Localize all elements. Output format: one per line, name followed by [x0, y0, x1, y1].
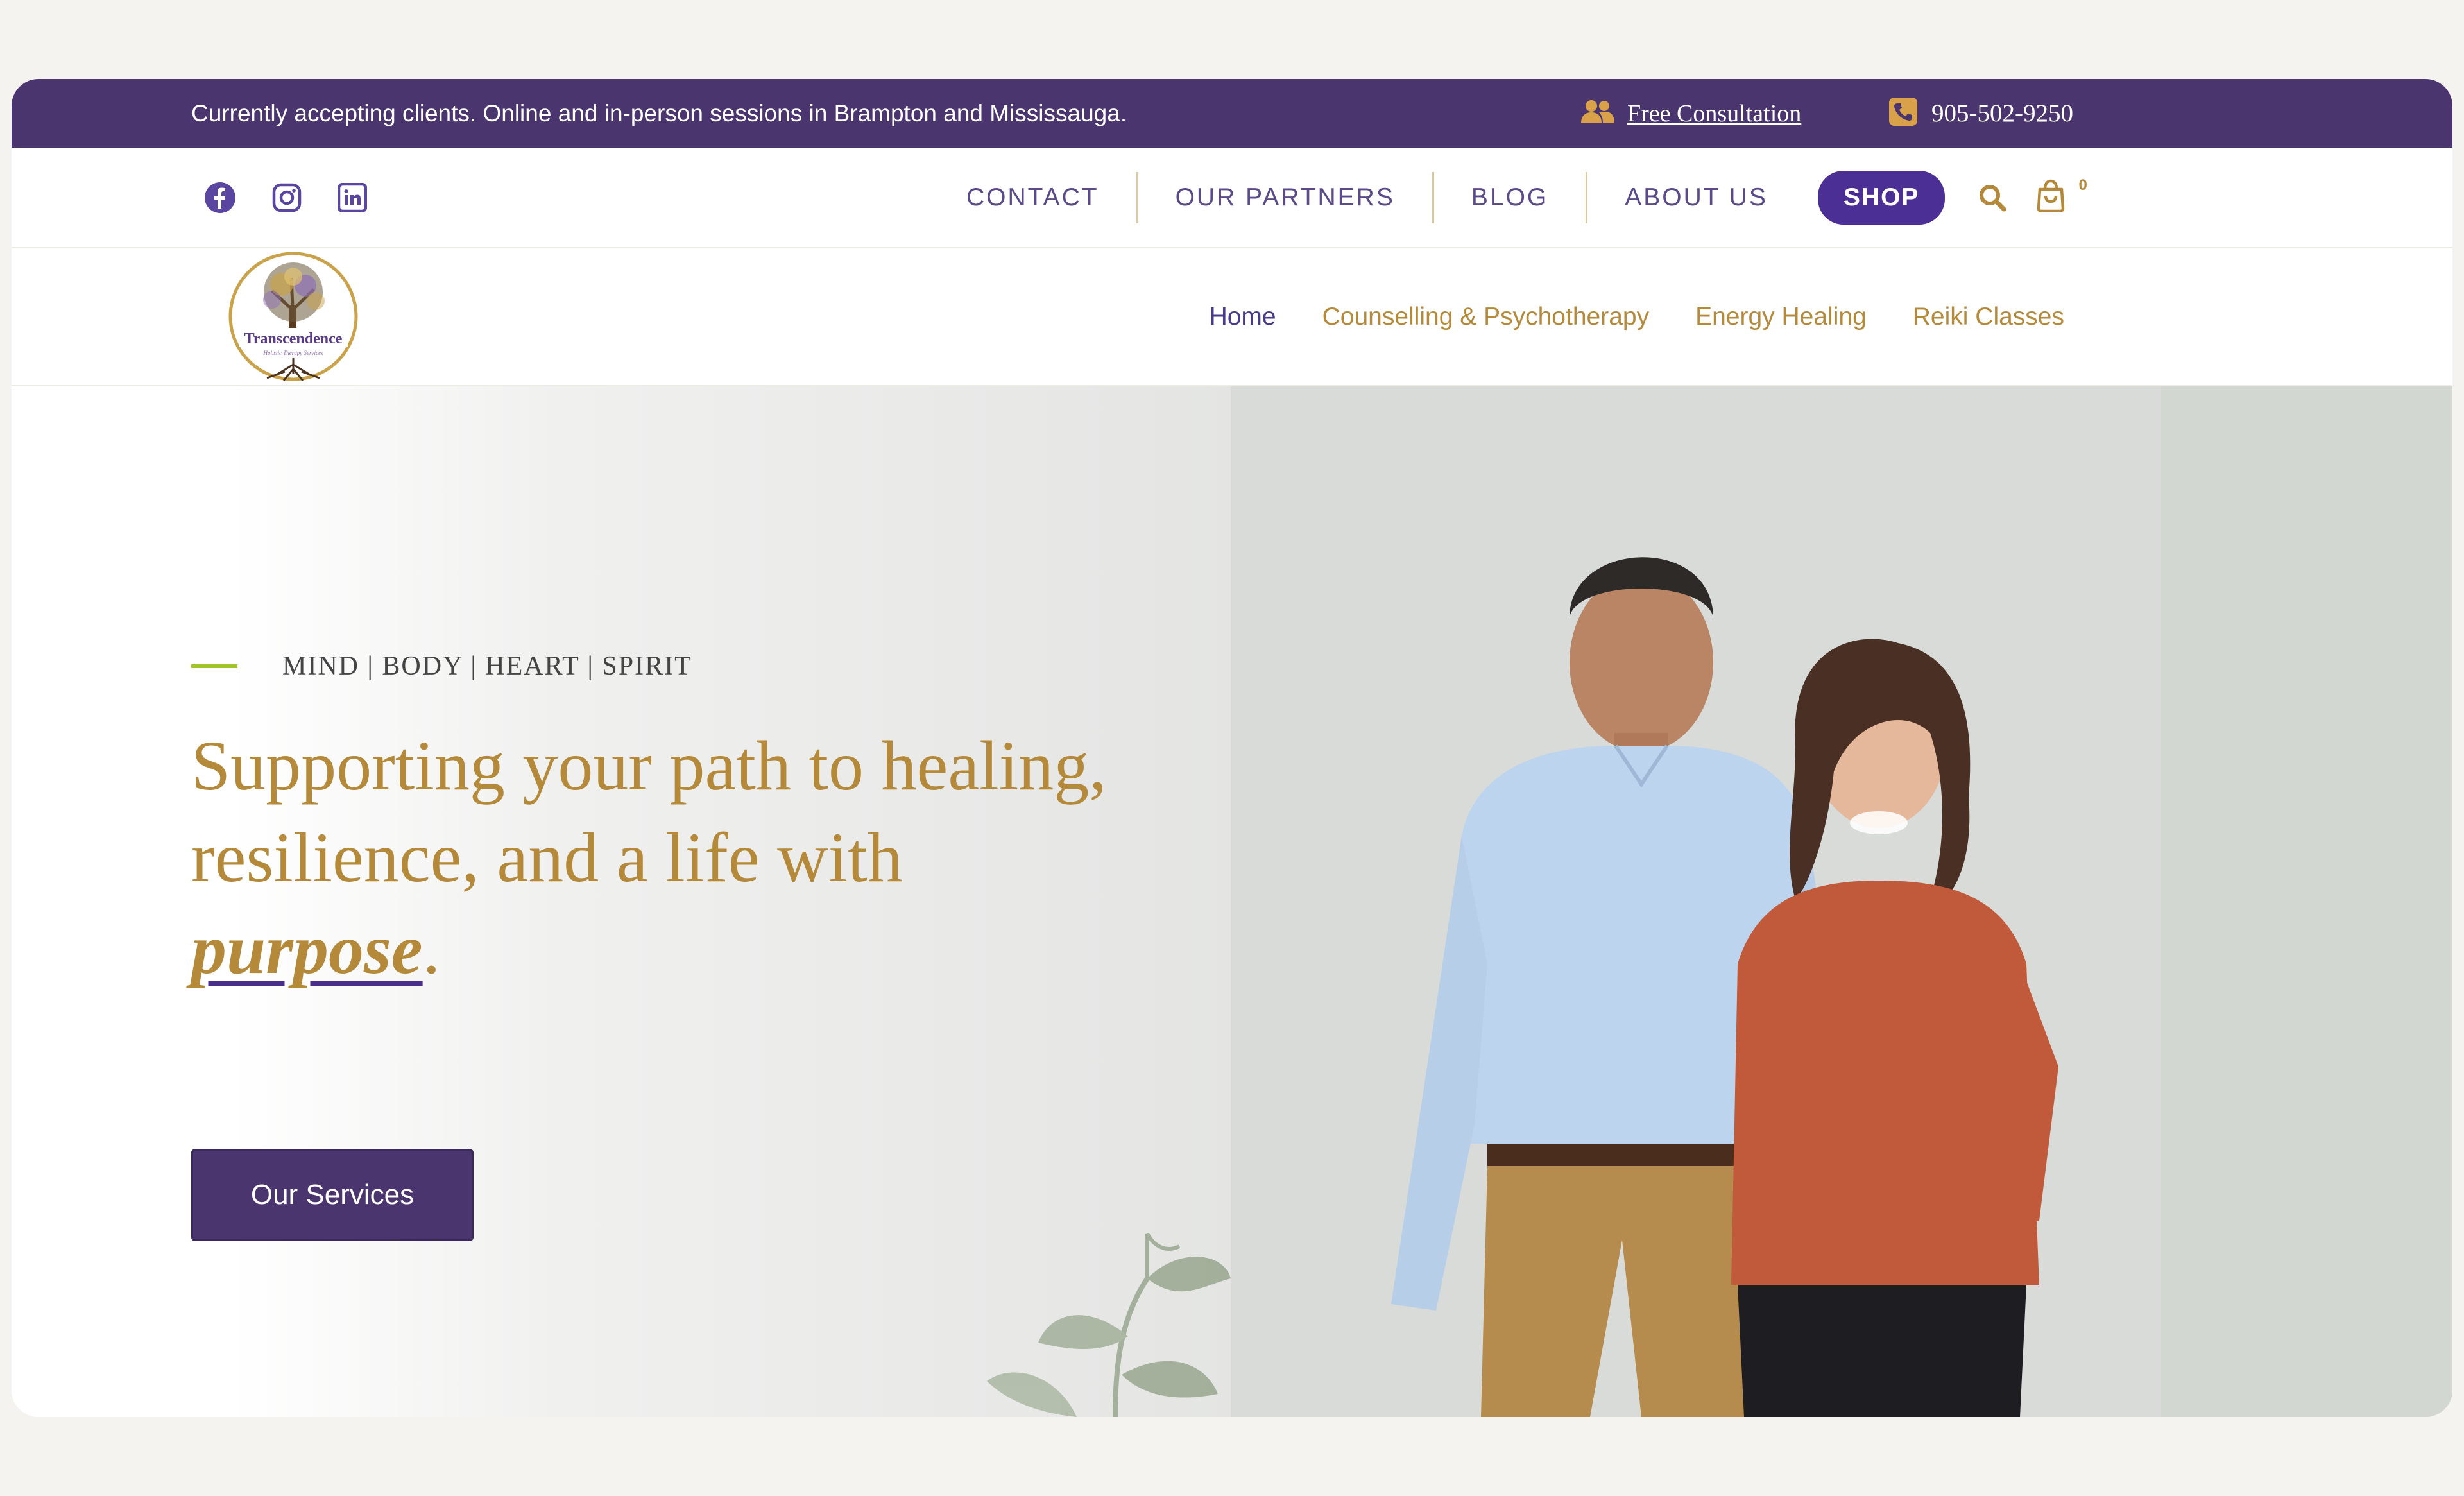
secondary-menu: CONTACT OUR PARTNERS BLOG ABOUT US SHOP: [929, 148, 2087, 247]
page-card: Currently accepting clients. Online and …: [12, 79, 2452, 1417]
hero-photo: [1231, 386, 2452, 1417]
nav-contact[interactable]: CONTACT: [929, 184, 1136, 212]
logo-tagline: Holistic Therapy Services: [263, 350, 323, 356]
logo-name: Transcendence: [244, 331, 343, 347]
hero-text-panel: MIND | BODY | HEART | SPIRIT Supporting …: [12, 386, 1231, 1417]
hero-section: MIND | BODY | HEART | SPIRIT Supporting …: [12, 386, 2452, 1417]
nav-about-us[interactable]: ABOUT US: [1587, 184, 1805, 212]
phone-number: 905-502-9250: [1931, 99, 2073, 127]
menu-home[interactable]: Home: [1210, 303, 1276, 331]
plant-decoration: [846, 1221, 1231, 1417]
search-icon[interactable]: [1977, 182, 2008, 213]
linkedin-icon[interactable]: [338, 182, 367, 212]
announcement-bar: Currently accepting clients. Online and …: [12, 79, 2452, 148]
hero-eyebrow: MIND | BODY | HEART | SPIRIT: [191, 651, 692, 682]
announcement-text: Currently accepting clients. Online and …: [191, 100, 1127, 126]
menu-reiki-classes[interactable]: Reiki Classes: [1913, 303, 2064, 331]
nav-our-partners[interactable]: OUR PARTNERS: [1138, 184, 1432, 212]
couple-photo: [1231, 386, 2452, 1417]
primary-menu: Home Counselling & Psychotherapy Energy …: [1210, 248, 2064, 385]
headline-text: Supporting your path to healing, resilie…: [191, 727, 1107, 897]
our-services-button[interactable]: Our Services: [191, 1149, 474, 1241]
eyebrow-text: MIND | BODY | HEART | SPIRIT: [282, 651, 692, 681]
free-consultation-link[interactable]: Free Consultation: [1580, 79, 1801, 148]
secondary-nav: CONTACT OUR PARTNERS BLOG ABOUT US SHOP: [12, 148, 2452, 248]
menu-counselling[interactable]: Counselling & Psychotherapy: [1322, 303, 1649, 331]
instagram-icon[interactable]: [271, 182, 302, 213]
headline-emphasis: purpose: [191, 910, 423, 988]
hero-headline: Supporting your path to healing, resilie…: [191, 720, 1154, 995]
cart-count: 0: [2078, 176, 2087, 194]
headline-end: .: [422, 910, 441, 988]
free-consultation-label: Free Consultation: [1627, 99, 1802, 127]
main-nav: Transcendence Holistic Therapy Services …: [12, 248, 2452, 386]
shopping-bag-icon: [2035, 179, 2067, 216]
facebook-icon[interactable]: [204, 182, 236, 214]
site-logo[interactable]: Transcendence Holistic Therapy Services: [227, 252, 359, 384]
nav-blog[interactable]: BLOG: [1434, 184, 1586, 212]
social-links: [204, 148, 367, 247]
shop-button[interactable]: SHOP: [1817, 170, 1946, 225]
cart-button[interactable]: 0: [2035, 176, 2087, 216]
menu-energy-healing[interactable]: Energy Healing: [1695, 303, 1867, 331]
eyebrow-line: [191, 664, 237, 668]
phone-icon: [1889, 98, 1917, 129]
phone-link[interactable]: 905-502-9250: [1889, 79, 2073, 148]
people-icon: [1580, 99, 1616, 128]
